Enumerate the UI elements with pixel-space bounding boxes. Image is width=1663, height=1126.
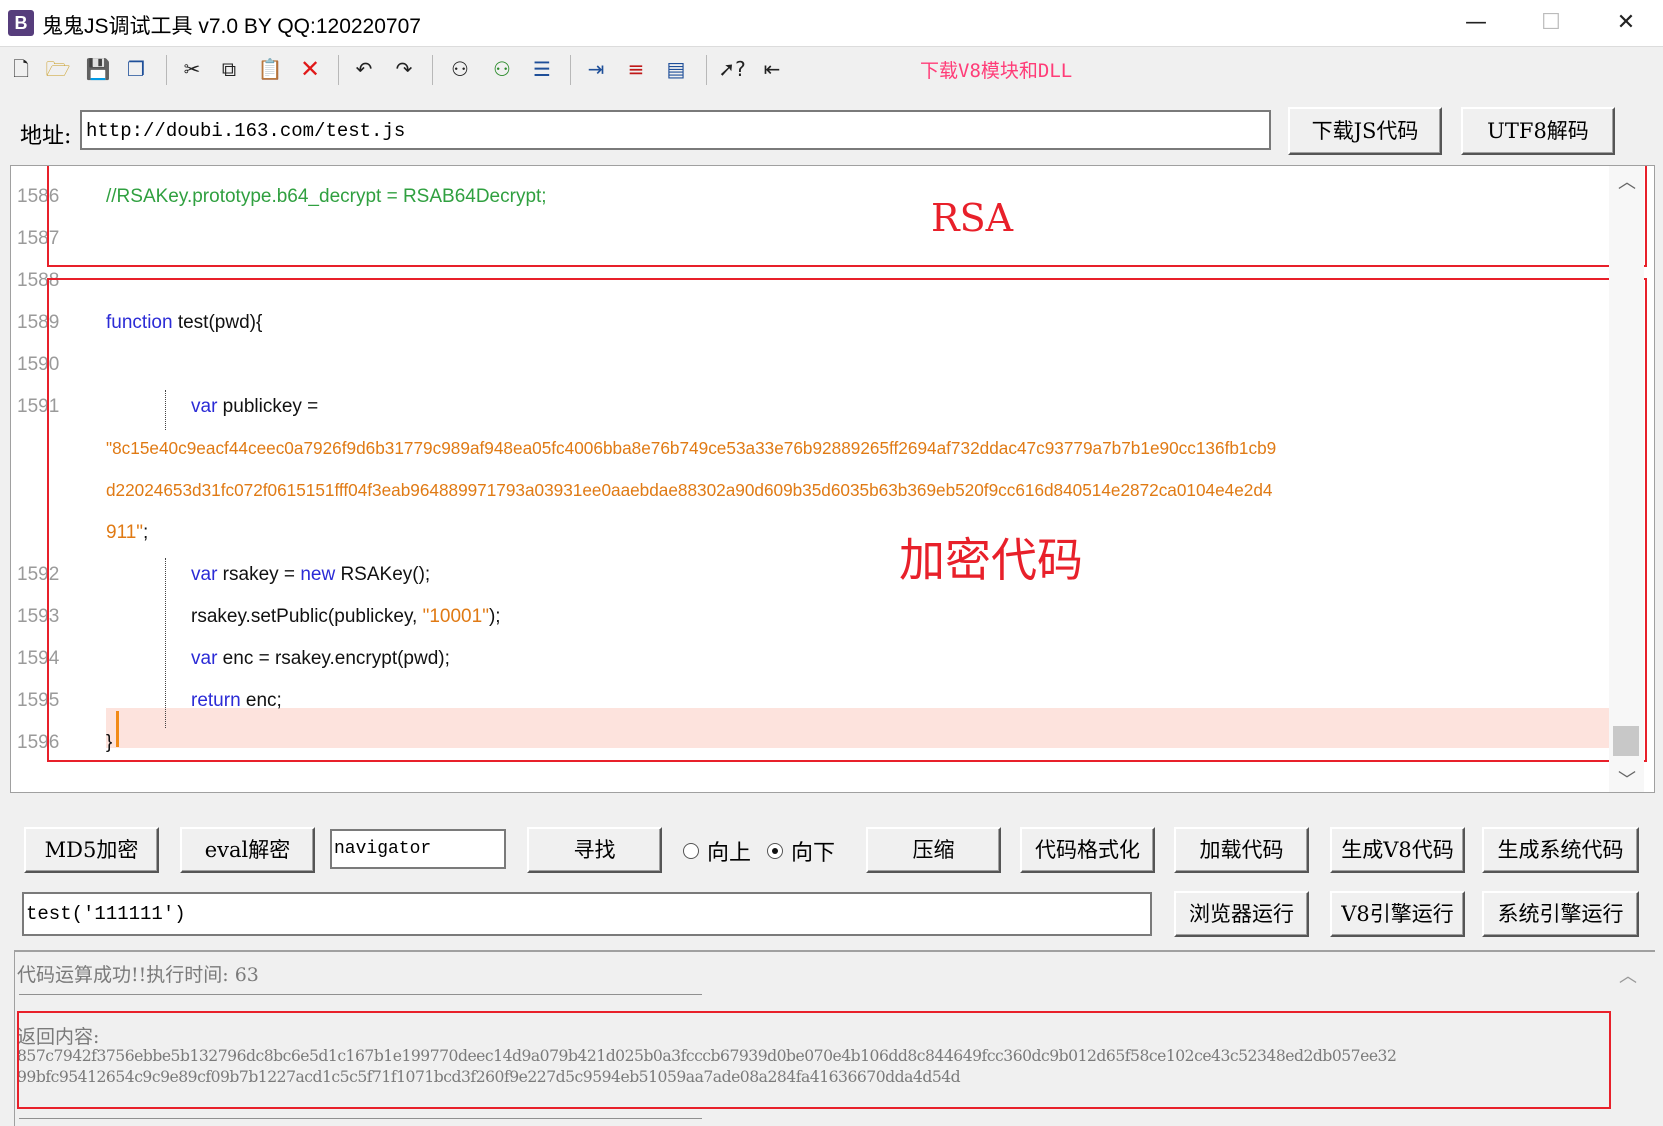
open-folder-icon[interactable]: 🗁 — [44, 55, 72, 83]
radio-down[interactable] — [767, 843, 783, 859]
radio-up[interactable] — [683, 843, 699, 859]
encrypt-annotation-label: 加密代码 — [899, 533, 1083, 587]
exit-icon[interactable]: ⇤ — [758, 55, 786, 83]
insert-list-icon[interactable]: ☰ — [528, 55, 556, 83]
window-icon[interactable]: ▤ — [662, 55, 690, 83]
find-button[interactable]: 寻找 — [527, 827, 662, 873]
new-file-icon[interactable]: 🗋 — [7, 55, 35, 83]
encrypt-annotation-box — [47, 278, 1647, 762]
find-icon[interactable]: ⚇ — [446, 55, 474, 83]
load-code-button[interactable]: 加载代码 — [1174, 827, 1309, 873]
maximize-button[interactable]: ☐ — [1518, 0, 1584, 46]
code-editor[interactable]: 1586 1587 1588 1589 1590 1591 1592 1593 … — [10, 165, 1655, 793]
close-button[interactable]: ✕ — [1593, 0, 1659, 46]
paste-icon[interactable]: 📋 — [256, 55, 284, 83]
utf8-decode-button[interactable]: UTF8解码 — [1461, 107, 1615, 155]
download-js-button[interactable]: 下载JS代码 — [1288, 107, 1442, 155]
execute-input[interactable]: test('111111') — [22, 892, 1152, 936]
address-input[interactable]: http://doubi.163.com/test.js — [80, 110, 1271, 150]
output-divider — [19, 994, 702, 995]
title-bar: B 鬼鬼JS调试工具 v7.0 BY QQ:120220707 — ☐ ✕ — [0, 0, 1663, 47]
return-annotation-box — [17, 1011, 1611, 1109]
browser-run-button[interactable]: 浏览器运行 — [1174, 891, 1309, 937]
save-all-icon[interactable]: ❐ — [122, 55, 150, 83]
copy-icon[interactable]: ⧉ — [215, 55, 243, 83]
app-icon: B — [8, 10, 34, 36]
download-v8-link[interactable]: 下载V8模块和DLL — [920, 56, 1072, 83]
cut-icon[interactable]: ✂ — [178, 55, 206, 83]
generate-v8-code-button[interactable]: 生成V8代码 — [1330, 827, 1465, 873]
numbered-list-icon[interactable]: ≡ — [622, 55, 650, 83]
undo-icon[interactable]: ↶ — [350, 55, 378, 83]
scrollbar-thumb[interactable] — [1613, 726, 1639, 756]
compress-button[interactable]: 压缩 — [866, 827, 1001, 873]
delete-icon[interactable]: ✕ — [296, 55, 324, 83]
execution-status: 代码运算成功!!执行时间: 63 — [17, 964, 259, 986]
v8-engine-run-button[interactable]: V8引擎运行 — [1330, 891, 1465, 937]
indent-icon[interactable]: ⇥ — [582, 55, 610, 83]
address-label: 地址: — [20, 124, 72, 149]
find-next-icon[interactable]: ⚇ — [488, 55, 516, 83]
help-cursor-icon[interactable]: ➚? — [718, 55, 746, 83]
system-engine-run-button[interactable]: 系统引擎运行 — [1482, 891, 1639, 937]
toolbar: 🗋 🗁 💾 ❐ ✂ ⧉ 📋 ✕ ↶ ↷ ⚇ ⚇ ☰ ⇥ ≡ ▤ ➚? ⇤ — [0, 47, 1663, 91]
toolbar-separator — [570, 55, 571, 85]
toolbar-separator — [166, 55, 167, 85]
toolbar-separator — [338, 55, 339, 85]
toolbar-separator — [706, 55, 707, 85]
eval-decrypt-button[interactable]: eval解密 — [180, 827, 315, 873]
rsa-annotation-box — [47, 166, 1647, 267]
radio-up-label[interactable]: 向上 — [707, 835, 751, 867]
md5-encrypt-button[interactable]: MD5加密 — [24, 827, 159, 873]
toolbar-separator — [432, 55, 433, 85]
rsa-annotation-label: RSA — [931, 196, 1014, 240]
minimize-button[interactable]: — — [1443, 0, 1509, 46]
editor-scrollbar[interactable]: ︿ ﹀ — [1609, 166, 1644, 792]
radio-down-label[interactable]: 向下 — [791, 835, 835, 867]
window-title: 鬼鬼JS调试工具 v7.0 BY QQ:120220707 — [42, 15, 421, 38]
format-code-button[interactable]: 代码格式化 — [1020, 827, 1155, 873]
save-icon[interactable]: 💾 — [84, 55, 112, 83]
generate-system-code-button[interactable]: 生成系统代码 — [1482, 827, 1639, 873]
scroll-down-icon[interactable]: ﹀ — [1618, 766, 1636, 792]
scroll-up-icon[interactable]: ︿ — [1618, 168, 1636, 194]
search-input[interactable]: navigator — [330, 829, 506, 869]
scroll-up-icon[interactable]: ︿ — [1619, 962, 1637, 988]
redo-icon[interactable]: ↷ — [390, 55, 418, 83]
output-panel[interactable]: 代码运算成功!!执行时间: 63 返回内容: 857c7942f3756ebbe… — [14, 950, 1655, 1126]
output-divider — [19, 1118, 702, 1119]
